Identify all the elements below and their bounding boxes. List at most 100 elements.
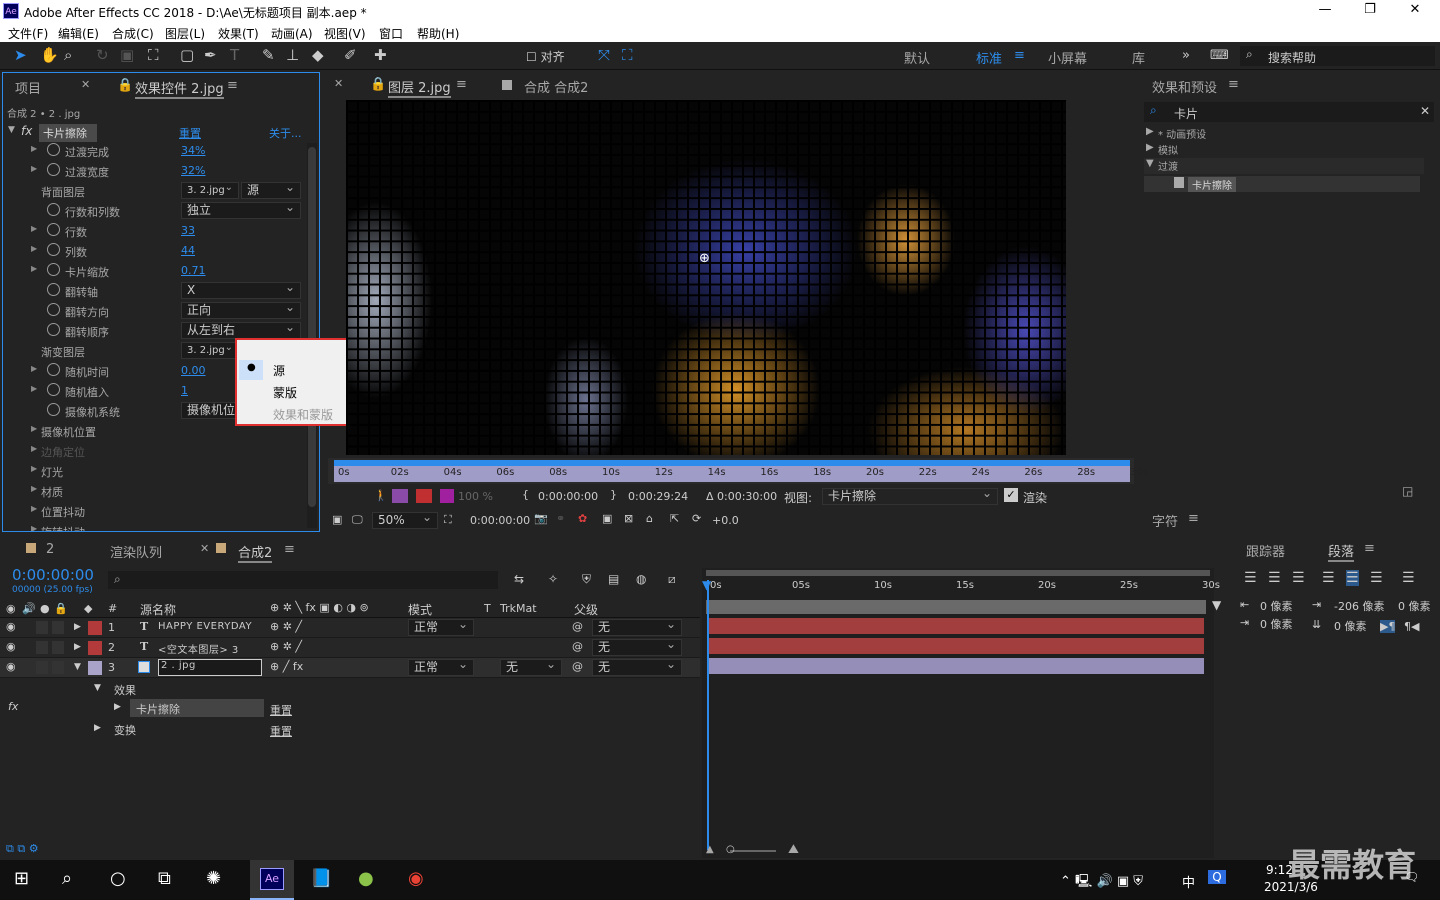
stopwatch-icon[interactable] <box>47 143 60 156</box>
in-point-icon[interactable]: { <box>522 488 529 501</box>
stopwatch-icon[interactable] <box>47 303 60 316</box>
layer-bar-2[interactable] <box>708 638 1204 654</box>
property-value[interactable]: 33 <box>181 224 195 237</box>
work-area[interactable] <box>706 600 1206 614</box>
notepad-icon[interactable]: 📘 <box>310 868 332 889</box>
playhead[interactable] <box>707 580 709 850</box>
ime-indicator[interactable]: 中 <box>1182 872 1195 891</box>
anchor-point-icon[interactable]: ⊕ <box>699 251 710 266</box>
expand-arrow-icon[interactable]: ▶ <box>31 384 37 393</box>
panel-menu-icon[interactable]: ≡ <box>1188 511 1199 526</box>
roto-brush-icon[interactable]: ✐ <box>344 46 357 64</box>
popup-item-source[interactable]: 源 <box>273 362 285 379</box>
layer-switch-icons[interactable]: ⊕ ╱ fx <box>270 660 303 673</box>
tab-paragraph[interactable]: 段落 <box>1328 541 1355 562</box>
comp-flowchart-icon[interactable]: ⇆ <box>514 572 524 586</box>
expand-arrow-icon[interactable]: ▼ <box>94 683 101 693</box>
layer-dropdown[interactable]: 3. 2.jpg <box>181 340 239 359</box>
expand-arrow-icon[interactable]: ▶ <box>31 444 37 453</box>
reset-link[interactable]: 重置 <box>270 723 292 739</box>
justify-right-icon[interactable]: ☰ <box>1370 570 1383 586</box>
close-tab-icon[interactable]: ✕ <box>200 542 209 555</box>
zoom-dropdown[interactable]: 50% <box>372 510 438 529</box>
align-checkbox[interactable]: ☐ 对齐 <box>526 48 565 65</box>
zoom-out-icon[interactable]: ▲ <box>706 844 714 855</box>
scrollbar[interactable] <box>307 143 317 528</box>
color-swatch-icon[interactable] <box>440 489 454 503</box>
pick-whip-icon[interactable]: @ <box>572 620 583 633</box>
label-color-swatch[interactable] <box>88 621 102 635</box>
tab-character[interactable]: 字符 <box>1152 511 1178 530</box>
comp-viewer[interactable]: ⊕ <box>346 100 1066 455</box>
zoom-in-icon[interactable]: ⛰ <box>788 842 799 857</box>
expand-arrow-icon[interactable]: ▶ <box>31 244 37 253</box>
render-checkbox[interactable]: ✓ <box>1004 488 1018 502</box>
snapshot-icon[interactable]: 📷 <box>534 512 548 525</box>
expand-arrow-icon[interactable]: ▶ <box>74 642 81 652</box>
comp-marker-icon[interactable]: ▼ <box>1212 598 1221 612</box>
align-right-icon[interactable]: ☰ <box>1292 570 1305 586</box>
fx-icon[interactable]: fx <box>8 700 18 713</box>
layer-bar-1[interactable] <box>708 618 1204 634</box>
region-icon[interactable]: ▣ <box>602 512 612 525</box>
workspace-library[interactable]: 库 <box>1132 48 1145 67</box>
stopwatch-icon[interactable] <box>47 323 60 336</box>
layer-switch-icons[interactable]: ⊕ ✲ ╱ <box>270 620 302 633</box>
expand-arrow-icon[interactable]: ▶ <box>114 702 121 712</box>
justify-center-icon[interactable]: ☰ <box>1346 570 1359 586</box>
maximize-button[interactable]: ❐ <box>1355 2 1385 17</box>
space-after-value[interactable]: 0 像素 <box>1334 618 1367 634</box>
new-folder-icon[interactable]: ◲ <box>1402 484 1413 498</box>
lock-toggle[interactable] <box>52 641 64 654</box>
property-dropdown[interactable]: 正向 <box>181 300 301 319</box>
graph-editor-icon[interactable]: ⧄ <box>668 572 676 587</box>
out-point-icon[interactable]: } <box>610 488 617 501</box>
label-color-swatch[interactable] <box>88 641 102 655</box>
solo-toggle[interactable] <box>36 641 48 654</box>
eraser-tool-icon[interactable]: ◆ <box>312 46 324 64</box>
blend-mode-dropdown[interactable]: 正常 <box>408 657 474 676</box>
motion-blur-icon[interactable] <box>392 489 408 503</box>
stopwatch-icon[interactable] <box>47 283 60 296</box>
exposure-value[interactable]: +0.0 <box>712 514 739 527</box>
hand-tool-icon[interactable]: ✋ <box>40 46 59 64</box>
selection-tool-icon[interactable]: ➤ <box>14 46 27 64</box>
tree-item-animation-presets[interactable]: ▶ * 动画预设 <box>1144 126 1424 142</box>
search-icon[interactable]: ⌕ <box>62 868 72 889</box>
tab-comp-active[interactable]: 合成2 <box>238 542 273 563</box>
current-time[interactable]: 0:00:00:00 <box>470 514 530 527</box>
layer-bar-3[interactable] <box>708 658 1204 674</box>
expand-arrow-icon[interactable]: ▶ <box>31 364 37 373</box>
solo-toggle[interactable] <box>36 621 48 634</box>
type-tool-icon[interactable]: T <box>230 46 239 64</box>
expand-arrow-icon[interactable]: ▶ <box>31 524 37 531</box>
space-before-value[interactable]: 0 像素 <box>1398 598 1431 614</box>
close-tab-icon[interactable]: ✕ <box>334 77 343 90</box>
visibility-eye-icon[interactable]: ◉ <box>6 660 16 673</box>
tree-item-transition[interactable]: ▼ 过渡 <box>1144 158 1424 174</box>
monitor-icon[interactable]: 🖵 <box>352 513 363 527</box>
expand-arrow-icon[interactable]: ▶ <box>94 723 101 733</box>
expand-arrow-icon[interactable]: ▶ <box>31 484 37 493</box>
rtl-icon[interactable]: ¶◀ <box>1404 620 1419 633</box>
align-center-icon[interactable]: ☰ <box>1268 570 1281 586</box>
layer-name[interactable]: <空文本图层> 3 <box>158 641 239 656</box>
resolution-icon[interactable]: ⛶ <box>444 513 452 527</box>
frame-blending-icon[interactable]: ▤ <box>608 572 619 586</box>
parent-dropdown[interactable]: 无 <box>592 617 682 636</box>
layer-switch-icons[interactable]: ⊕ ✲ ╱ <box>270 640 302 653</box>
rotate-tool-icon[interactable]: ↻ <box>96 46 109 64</box>
zoom-slider-thumb-icon[interactable]: ○ <box>726 844 735 855</box>
align-left-icon[interactable]: ☰ <box>1244 570 1257 586</box>
scrollbar-thumb[interactable] <box>308 147 316 507</box>
layer-search-input[interactable]: ⌕ <box>108 571 498 589</box>
tab-comp[interactable]: 合成 合成2 <box>524 77 588 96</box>
minimize-button[interactable]: — <box>1310 2 1340 17</box>
effects-search-input[interactable]: ⌕ 卡片 ✕ <box>1144 102 1434 122</box>
playhead-handle-icon[interactable]: ▼ <box>702 578 711 592</box>
expand-arrow-icon[interactable]: ▶ <box>31 504 37 513</box>
stopwatch-icon[interactable] <box>47 403 60 416</box>
snap-grid-icon[interactable]: ⛶ <box>622 46 633 64</box>
camera-tool-icon[interactable]: ▣ <box>120 46 134 64</box>
tab-comp-2[interactable]: 2 <box>46 542 54 557</box>
